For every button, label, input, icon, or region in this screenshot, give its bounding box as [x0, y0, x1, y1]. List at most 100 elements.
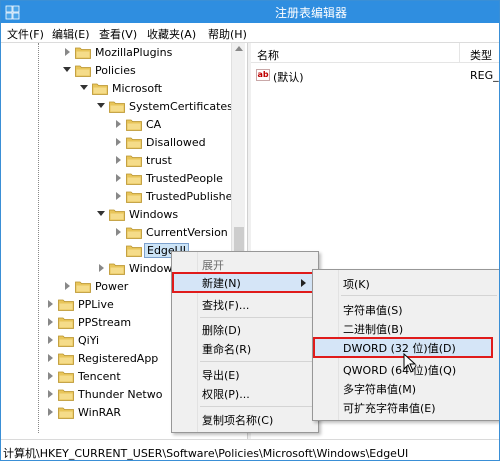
menu-item-permissions[interactable]: 权限(P)...	[172, 383, 318, 403]
collapsed-arrow-icon[interactable]	[116, 192, 121, 200]
new-submenu: 项(K) 字符串值(S) 二进制值(B) DWORD (32 位)值(D) QW…	[312, 269, 499, 421]
folder-icon	[58, 353, 74, 365]
submenu-item-string-value[interactable]: 字符串值(S)	[313, 299, 499, 319]
collapsed-arrow-icon[interactable]	[48, 408, 53, 416]
menu-view[interactable]: 查看(V)	[99, 26, 137, 42]
column-separator[interactable]	[459, 43, 460, 63]
menu-item-label: 导出(E)	[202, 369, 240, 382]
folder-icon	[58, 389, 74, 401]
collapsed-arrow-icon[interactable]	[48, 372, 53, 380]
folder-icon	[126, 191, 142, 203]
menu-item-label: 重命名(R)	[202, 343, 252, 356]
folder-icon	[92, 83, 108, 95]
status-bar: 计算机\HKEY_CURRENT_USER\Software\Policies\…	[1, 439, 499, 460]
collapsed-arrow-icon[interactable]	[48, 354, 53, 362]
collapsed-arrow-icon[interactable]	[48, 336, 53, 344]
collapsed-arrow-icon[interactable]	[48, 300, 53, 308]
value-name: (默认)	[273, 71, 304, 84]
submenu-item-key[interactable]: 项(K)	[313, 273, 499, 293]
collapsed-arrow-icon[interactable]	[116, 228, 121, 236]
menu-edit[interactable]: 编辑(E)	[52, 26, 90, 42]
submenu-item-multi-string-value[interactable]: 多字符串值(M)	[313, 378, 499, 398]
tree-item-label: CA	[146, 118, 162, 131]
menu-item-label: 字符串值(S)	[343, 304, 403, 317]
menu-separator	[341, 295, 497, 296]
folder-icon	[75, 47, 91, 59]
registry-editor-window: 注册表编辑器 文件(F) 编辑(E) 查看(V) 收藏夹(A) 帮助(H) Mo…	[0, 0, 500, 461]
collapsed-arrow-icon[interactable]	[116, 156, 121, 164]
collapsed-arrow-icon[interactable]	[65, 48, 70, 56]
expanded-arrow-icon[interactable]	[97, 211, 105, 216]
collapsed-arrow-icon[interactable]	[48, 318, 53, 326]
menu-item-find[interactable]: 查找(F)...	[172, 294, 318, 314]
tree-item-label: Power	[95, 280, 129, 293]
folder-icon	[58, 371, 74, 383]
folder-icon	[58, 299, 74, 311]
menu-item-export[interactable]: 导出(E)	[172, 364, 318, 384]
tree-item-label: CurrentVersion	[146, 226, 228, 239]
submenu-item-expandable-string-value[interactable]: 可扩充字符串值(E)	[313, 397, 499, 417]
tree-item-label: Tencent	[78, 370, 121, 383]
menu-item-copy-key-name[interactable]: 复制项名称(C)	[172, 409, 318, 429]
collapsed-arrow-icon[interactable]	[65, 282, 70, 290]
tree-item-label: Policies	[95, 64, 136, 77]
collapsed-arrow-icon[interactable]	[99, 264, 104, 272]
menu-item-label: QWORD (64 位)值(Q)	[343, 364, 457, 377]
collapsed-arrow-icon[interactable]	[116, 174, 121, 182]
folder-icon	[109, 263, 125, 275]
menu-item-rename[interactable]: 重命名(R)	[172, 338, 318, 358]
menu-help[interactable]: 帮助(H)	[208, 26, 247, 42]
mouse-cursor-icon	[403, 353, 417, 373]
menu-item-label: 多字符串值(M)	[343, 383, 417, 396]
tree-item-label: PPLive	[78, 298, 114, 311]
column-type-header[interactable]: 类型	[470, 47, 492, 63]
scroll-up-arrow-icon[interactable]	[235, 46, 243, 51]
menu-item-delete[interactable]: 删除(D)	[172, 319, 318, 339]
tree-item-label: WinRAR	[78, 406, 122, 419]
folder-icon	[126, 245, 142, 257]
column-name-header[interactable]: 名称	[257, 47, 279, 63]
expanded-arrow-icon[interactable]	[63, 67, 71, 72]
folder-icon	[75, 65, 91, 77]
status-path: 计算机\HKEY_CURRENT_USER\Software\Policies\…	[3, 447, 409, 460]
menu-item-label: DWORD (32 位)值(D)	[343, 342, 456, 355]
expanded-arrow-icon[interactable]	[80, 85, 88, 90]
menu-item-label: 项(K)	[343, 278, 370, 291]
menu-item-label: 删除(D)	[202, 324, 242, 337]
menu-item-label: 权限(P)...	[202, 388, 250, 401]
folder-icon	[58, 335, 74, 347]
menu-item-expand[interactable]: 展开	[172, 254, 318, 274]
menu-item-label: 可扩充字符串值(E)	[343, 402, 436, 415]
menu-item-label: 查找(F)...	[202, 299, 250, 312]
menu-favorites[interactable]: 收藏夹(A)	[147, 26, 196, 42]
menu-item-label: 展开	[202, 259, 224, 272]
ab-string-icon: ab	[256, 69, 270, 81]
collapsed-arrow-icon[interactable]	[48, 390, 53, 398]
menu-item-new[interactable]: 新建(N)	[172, 272, 318, 293]
expanded-arrow-icon[interactable]	[97, 103, 105, 108]
tree-item-label: Windows	[129, 208, 179, 221]
value-row-default[interactable]: ab (默认) REG_S	[251, 67, 499, 85]
collapsed-arrow-icon[interactable]	[116, 120, 121, 128]
folder-icon	[58, 407, 74, 419]
tree-item-label: MozillaPlugins	[95, 46, 173, 59]
title-bar[interactable]: 注册表编辑器	[1, 1, 499, 23]
folder-icon	[109, 209, 125, 221]
menu-separator	[200, 317, 316, 318]
tree-item-label: Microsoft	[112, 82, 163, 95]
tree-item-label: TrustedPeople	[146, 172, 223, 185]
list-header: 名称 类型	[251, 43, 499, 63]
tree-item-label: QiYi	[78, 334, 100, 347]
tree-item-label: Thunder Netwo	[78, 388, 163, 401]
submenu-item-binary-value[interactable]: 二进制值(B)	[313, 318, 499, 338]
folder-icon	[126, 137, 142, 149]
menu-file[interactable]: 文件(F)	[7, 26, 44, 42]
menu-item-label: 二进制值(B)	[343, 323, 404, 336]
menu-separator	[200, 406, 316, 407]
folder-icon	[58, 317, 74, 329]
tree-guide-line	[38, 43, 39, 433]
collapsed-arrow-icon[interactable]	[116, 138, 121, 146]
window-title: 注册表编辑器	[274, 6, 347, 20]
folder-icon	[126, 227, 142, 239]
value-type: REG_S	[470, 69, 499, 82]
